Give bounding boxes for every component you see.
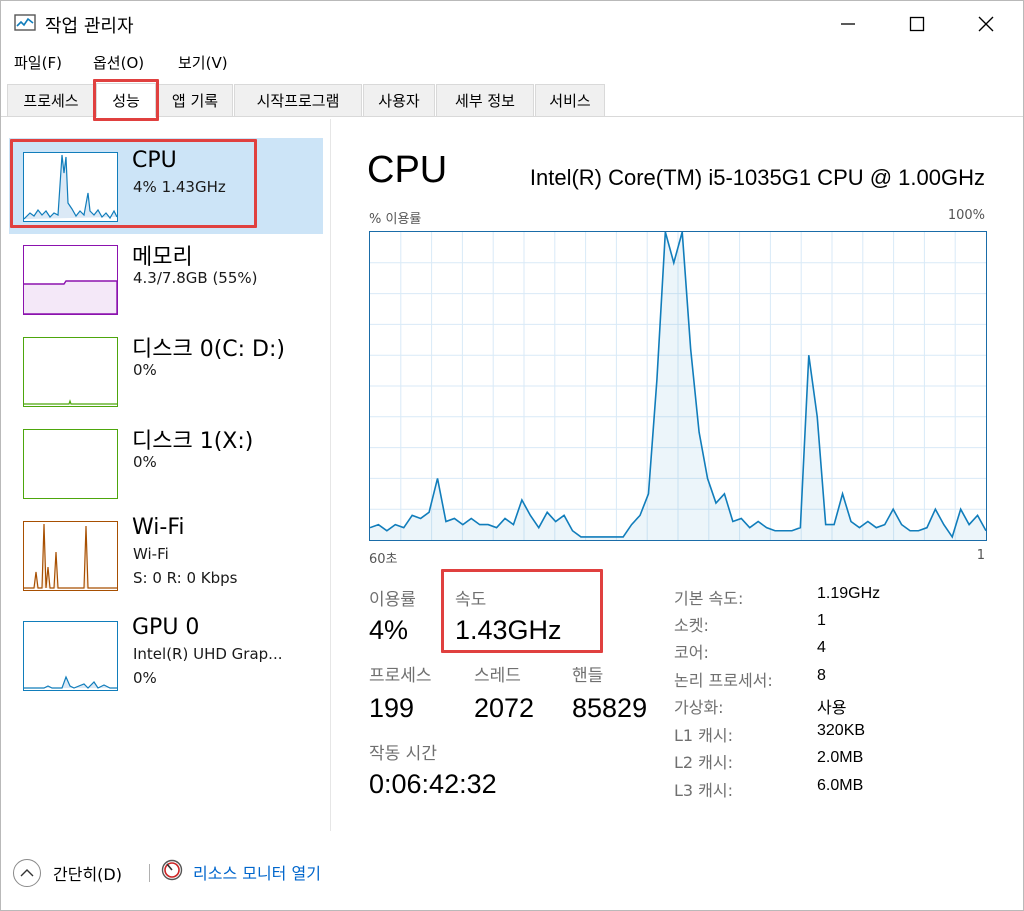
sidebar-item-title: CPU xyxy=(132,148,177,173)
spec-value: 6.0MB xyxy=(817,777,864,794)
close-icon xyxy=(978,16,994,32)
chevron-up-icon xyxy=(13,859,41,887)
sidebar-item-title: 디스크 1(X:) xyxy=(132,429,254,454)
maximize-icon xyxy=(909,16,925,32)
task-manager-window: 작업 관리자 파일(F) 옵션(O) 보기(V) 프로세스 성능 앱 기록 시작… xyxy=(0,0,1024,911)
sidebar-item-detail: Wi-Fi xyxy=(133,545,169,563)
fewer-details-label: 간단히(D) xyxy=(53,865,122,884)
spec-label: 소켓: xyxy=(674,616,709,635)
processes-value: 199 xyxy=(369,693,415,723)
sidebar-item-detail: 0% xyxy=(133,453,157,471)
cpu-thumbnail-graph xyxy=(23,152,118,222)
sidebar-item-title: 디스크 0(C: D:) xyxy=(132,337,285,362)
task-manager-icon xyxy=(14,13,36,33)
tab-users[interactable]: 사용자 xyxy=(363,84,435,116)
footer: 간단히(D) 리소스 모니터 열기 xyxy=(1,831,1023,911)
resource-monitor-icon xyxy=(161,859,183,885)
tab-startup[interactable]: 시작프로그램 xyxy=(234,84,362,116)
sidebar-item-detail: Intel(R) UHD Grap... xyxy=(133,645,283,663)
menu-file[interactable]: 파일(F) xyxy=(14,52,62,73)
uptime-label: 작동 시간 xyxy=(369,744,437,764)
title-bar: 작업 관리자 xyxy=(1,1,1023,47)
speed-value: 1.43GHz xyxy=(455,615,562,645)
spec-value: 320KB xyxy=(817,722,866,739)
menu-options[interactable]: 옵션(O) xyxy=(93,52,144,73)
spec-label: 논리 프로세서: xyxy=(674,671,773,690)
tab-performance[interactable]: 성능 xyxy=(96,83,156,117)
sidebar-item-disk-0[interactable]: 디스크 0(C: D:) 0% xyxy=(9,329,323,421)
close-button[interactable] xyxy=(963,1,1009,47)
sidebar-item-title: Wi-Fi xyxy=(132,515,185,540)
sidebar-item-disk-1[interactable]: 디스크 1(X:) 0% xyxy=(9,421,323,513)
processes-label: 프로세스 xyxy=(369,666,432,686)
page-title: CPU xyxy=(367,149,448,191)
window-title: 작업 관리자 xyxy=(45,16,134,37)
threads-value: 2072 xyxy=(474,693,535,723)
sidebar-item-title: 메모리 xyxy=(132,245,193,270)
minimize-icon xyxy=(841,23,855,25)
sidebar-item-detail: 4.3/7.8GB (55%) xyxy=(133,269,258,287)
handles-value: 85829 xyxy=(572,693,648,723)
gpu-thumbnail-graph xyxy=(23,621,118,691)
open-resource-monitor-label: 리소스 모니터 열기 xyxy=(193,864,321,883)
spec-label: L2 캐시: xyxy=(674,753,734,772)
speed-label: 속도 xyxy=(455,590,487,610)
tab-details[interactable]: 세부 정보 xyxy=(436,84,534,116)
disk1-thumbnail-graph xyxy=(23,429,118,499)
utilization-value: 4% xyxy=(369,615,409,645)
chart-top-right-label: 100% xyxy=(947,208,985,223)
spec-value: 2.0MB xyxy=(817,749,864,766)
resource-list: CPU 4% 1.43GHz 메모리 4.3/7.8GB (55%) 디스크 0… xyxy=(1,119,331,831)
spec-label: 가상화: xyxy=(674,698,724,717)
fewer-details-button[interactable]: 간단히(D) xyxy=(13,859,122,887)
chart-bottom-right-label: 1 xyxy=(976,548,985,563)
uptime-value: 0:06:42:32 xyxy=(369,769,497,799)
spec-label: 기본 속도: xyxy=(674,589,744,608)
disk0-thumbnail-graph xyxy=(23,337,118,407)
menu-bar: 파일(F) 옵션(O) 보기(V) xyxy=(1,49,1023,77)
tab-services[interactable]: 서비스 xyxy=(535,84,605,116)
cpu-model-name: Intel(R) Core(TM) i5-1035G1 CPU @ 1.00GH… xyxy=(529,165,985,190)
spec-value: 8 xyxy=(817,667,826,684)
spec-label: L1 캐시: xyxy=(674,726,734,745)
handles-label: 핸들 xyxy=(572,666,604,686)
wifi-thumbnail-graph xyxy=(23,521,118,591)
sidebar-item-detail: 0% xyxy=(133,361,157,379)
footer-divider xyxy=(149,864,150,882)
sidebar-item-detail-2: 0% xyxy=(133,669,157,687)
sidebar-item-wifi[interactable]: Wi-Fi Wi-Fi S: 0 R: 0 Kbps xyxy=(9,513,323,613)
spec-value: 사용 xyxy=(817,700,847,717)
sidebar-item-cpu[interactable]: CPU 4% 1.43GHz xyxy=(9,138,323,234)
tab-processes[interactable]: 프로세스 xyxy=(7,84,95,116)
memory-thumbnail-graph xyxy=(23,245,118,315)
utilization-label: 이용률 xyxy=(369,590,416,610)
spec-value: 1.19GHz xyxy=(817,585,881,602)
tab-bar: 프로세스 성능 앱 기록 시작프로그램 사용자 세부 정보 서비스 xyxy=(1,80,1023,117)
threads-label: 스레드 xyxy=(474,666,521,686)
open-resource-monitor-link[interactable]: 리소스 모니터 열기 xyxy=(161,859,321,885)
sidebar-item-memory[interactable]: 메모리 4.3/7.8GB (55%) xyxy=(9,237,323,329)
menu-view[interactable]: 보기(V) xyxy=(178,52,228,73)
sidebar-item-detail: 4% 1.43GHz xyxy=(133,178,226,196)
maximize-button[interactable] xyxy=(894,1,940,47)
chart-top-left-label: % 이용률 xyxy=(369,212,422,227)
sidebar-item-detail-2: S: 0 R: 0 Kbps xyxy=(133,569,238,587)
minimize-button[interactable] xyxy=(825,1,871,47)
spec-value: 1 xyxy=(817,612,826,629)
spec-label: L3 캐시: xyxy=(674,781,734,800)
spec-label: 코어: xyxy=(674,643,709,662)
sidebar-item-gpu-0[interactable]: GPU 0 Intel(R) UHD Grap... 0% xyxy=(9,613,323,713)
cpu-utilization-chart xyxy=(369,231,987,541)
cpu-utilization-graph xyxy=(370,232,986,540)
tab-app-history[interactable]: 앱 기록 xyxy=(157,84,233,116)
chart-bottom-left-label: 60초 xyxy=(369,552,398,567)
spec-value: 4 xyxy=(817,639,826,656)
sidebar-item-title: GPU 0 xyxy=(132,615,200,640)
